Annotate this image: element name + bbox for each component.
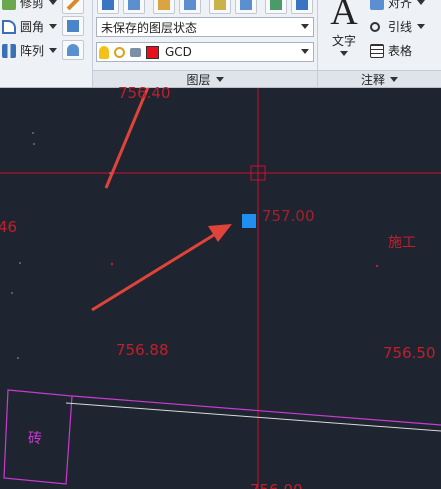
layer-dropdown[interactable]: GCD [96, 42, 314, 62]
annotation-group-label[interactable]: 注释 [318, 70, 441, 87]
array-icon [2, 43, 16, 58]
text-button[interactable]: A 文字 [326, 0, 362, 56]
layer-tool-4[interactable] [179, 0, 201, 14]
stretch-icon [67, 44, 79, 56]
copy-objects-button[interactable] [62, 16, 84, 36]
survey-point [375, 264, 379, 268]
brick-label: 砖 [28, 431, 42, 447]
layer-tool-1[interactable] [97, 0, 119, 14]
chevron-down-icon [301, 24, 309, 29]
edit-pencil-button[interactable] [62, 0, 84, 14]
chevron-down-icon [417, 0, 426, 5]
leader-button[interactable]: 引线 [370, 18, 426, 35]
pencil-icon [66, 0, 80, 11]
sun-icon [114, 46, 125, 58]
layer-tool-3[interactable] [153, 0, 175, 14]
drawing-canvas[interactable]: 756.40 46 757.00 施工 756.88 756.50 砖 756.… [0, 84, 441, 489]
chevron-down-icon [390, 77, 398, 82]
trim-button[interactable]: 修剪 [2, 0, 58, 11]
drawing-svg [0, 88, 441, 489]
annotation-group: A 文字 对齐 引线 表格 注释 [318, 0, 441, 87]
trim-label: 修剪 [20, 0, 45, 10]
leader-icon [370, 21, 380, 32]
fillet-label: 圆角 [20, 20, 45, 34]
elevation-label: 46 [0, 218, 18, 236]
elevation-label: 756.88 [116, 341, 169, 359]
copy-icon [67, 20, 79, 32]
bulb-icon [99, 45, 109, 59]
modify-group: 修剪 圆角 阵列 [0, 0, 92, 87]
chevron-down-icon [49, 24, 58, 29]
elevation-label: 756.00 [250, 481, 303, 489]
layer-tool-2[interactable] [123, 0, 145, 14]
annotation-arrow-2 [91, 228, 223, 312]
elevation-label: 757.00 [262, 207, 315, 225]
layer-edit-icon [128, 0, 140, 10]
stretch-button[interactable] [62, 40, 84, 60]
wall-line-inner [65, 402, 441, 432]
text-button-label: 文字 [331, 34, 356, 48]
align-label: 对齐 [388, 0, 413, 10]
survey-point [110, 262, 114, 266]
annotation-group-title: 注释 [360, 73, 385, 87]
selection-grip[interactable] [242, 214, 256, 228]
layer-previous-icon [184, 0, 196, 10]
layer-tool-5[interactable] [209, 0, 231, 14]
chevron-down-icon [49, 48, 58, 53]
layer-tool-7[interactable] [265, 0, 287, 14]
elevation-label: 756.40 [118, 84, 171, 102]
layer-match-icon [158, 0, 170, 10]
layer-state-dropdown[interactable]: 未保存的图层状态 [96, 17, 314, 37]
background-dots [11, 132, 111, 359]
chevron-down-icon [340, 51, 348, 56]
current-layer-name: GCD [165, 45, 192, 59]
table-label: 表格 [388, 44, 413, 58]
layer-tool-6[interactable] [235, 0, 257, 14]
construction-label: 施工 [388, 235, 416, 251]
ribbon: 修剪 圆角 阵列 未保存的图层状态 GCD 图层 A 文字 对齐 引线 表格 注… [0, 0, 441, 88]
fillet-icon [2, 19, 16, 34]
array-label: 阵列 [20, 44, 45, 58]
align-button[interactable]: 对齐 [370, 0, 426, 11]
chevron-down-icon [417, 24, 426, 29]
layer-merge-icon [296, 0, 308, 10]
layer-properties-icon [102, 0, 114, 10]
layers-group-title: 图层 [186, 73, 211, 87]
fillet-button[interactable]: 圆角 [2, 18, 58, 35]
chevron-down-icon [215, 77, 224, 82]
layer-tool-8[interactable] [291, 0, 313, 14]
leader-label: 引线 [388, 20, 413, 34]
layer-walk-icon [270, 0, 282, 10]
layer-color-swatch [146, 45, 159, 59]
layer-state-value: 未保存的图层状态 [101, 20, 198, 35]
table-button[interactable]: 表格 [370, 42, 412, 59]
layer-isolate-icon [214, 0, 226, 10]
layer-freeze-icon [240, 0, 252, 10]
unlock-icon [130, 47, 141, 57]
wall-line-top [71, 395, 441, 426]
align-icon [370, 0, 384, 10]
array-button[interactable]: 阵列 [2, 42, 58, 59]
trim-icon [2, 0, 16, 10]
chevron-down-icon [301, 49, 309, 54]
text-large-a-icon: A [330, 0, 358, 33]
chevron-down-icon [49, 0, 58, 5]
table-icon [370, 43, 384, 58]
layers-group: 未保存的图层状态 GCD 图层 [93, 0, 317, 87]
arrowhead-2 [208, 224, 232, 242]
elevation-label: 756.50 [383, 344, 436, 362]
